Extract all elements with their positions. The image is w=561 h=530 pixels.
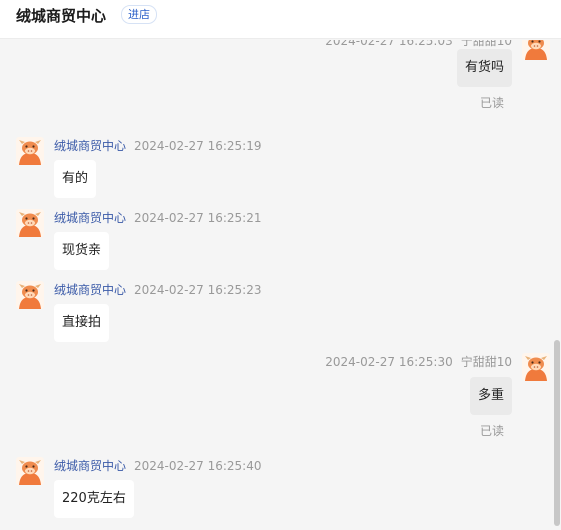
message-time: 2024-02-27 16:25:19 (134, 139, 262, 153)
message-bubble: 有的 (54, 160, 97, 198)
message-bubble: 220克左右 (54, 480, 134, 518)
message-row: 绒城商贸中心 2024-02-27 16:25:40 220克左右 (0, 457, 561, 521)
message-bubble: 直接拍 (54, 304, 110, 342)
message-time: 2024-02-27 16:25:03 (325, 40, 453, 48)
avatar-icon[interactable] (522, 353, 550, 381)
message-bubble: 多重 (469, 377, 512, 415)
message-meta: 2024-02-27 16:25:30 宁甜甜10 (325, 353, 512, 370)
read-status: 已读 (479, 424, 504, 438)
avatar-icon[interactable] (16, 457, 44, 485)
read-status: 已读 (479, 96, 504, 110)
sender-name[interactable]: 绒城商贸中心 (54, 283, 126, 297)
message-bubble: 现货亲 (54, 232, 110, 270)
message-row: 绒城商贸中心 2024-02-27 16:25:19 有的 (0, 137, 561, 201)
sender-name[interactable]: 绒城商贸中心 (54, 459, 126, 473)
sender-name[interactable]: 绒城商贸中心 (54, 211, 126, 225)
message-time: 2024-02-27 16:25:40 (134, 459, 262, 473)
message-time: 2024-02-27 16:25:30 (325, 355, 453, 369)
message-row: 2024-02-27 16:25:03 宁甜甜10 有货吗 已读 (0, 40, 561, 122)
avatar-icon[interactable] (16, 281, 44, 309)
scrollbar-thumb[interactable] (554, 340, 560, 526)
message-row: 绒城商贸中心 2024-02-27 16:25:21 现货亲 (0, 209, 561, 273)
sender-name: 宁甜甜10 (460, 40, 512, 48)
message-meta: 2024-02-27 16:25:03 宁甜甜10 (325, 40, 512, 49)
enter-shop-button[interactable]: 进店 (121, 5, 157, 24)
shop-title: 绒城商贸中心 (16, 7, 107, 25)
message-meta: 绒城商贸中心 2024-02-27 16:25:23 (54, 281, 261, 298)
message-time: 2024-02-27 16:25:23 (134, 283, 262, 297)
message-meta: 绒城商贸中心 2024-02-27 16:25:40 (54, 457, 261, 474)
avatar-icon[interactable] (522, 40, 550, 60)
message-row: 2024-02-27 16:25:30 宁甜甜10 多重 已读 (0, 353, 561, 443)
message-meta: 绒城商贸中心 2024-02-27 16:25:21 (54, 209, 261, 226)
chat-header: 绒城商贸中心 进店 (0, 0, 561, 39)
sender-name[interactable]: 绒城商贸中心 (54, 139, 126, 153)
sender-name: 宁甜甜10 (460, 355, 512, 369)
chat-message-list[interactable]: 2024-02-27 16:25:03 宁甜甜10 有货吗 已读 绒城商贸中心 20… (0, 40, 561, 530)
message-meta: 绒城商贸中心 2024-02-27 16:25:19 (54, 137, 261, 154)
avatar-icon[interactable] (16, 209, 44, 237)
message-time: 2024-02-27 16:25:21 (134, 211, 262, 225)
message-row: 绒城商贸中心 2024-02-27 16:25:23 直接拍 (0, 281, 561, 345)
message-bubble: 有货吗 (456, 49, 512, 87)
avatar-icon[interactable] (16, 137, 44, 165)
